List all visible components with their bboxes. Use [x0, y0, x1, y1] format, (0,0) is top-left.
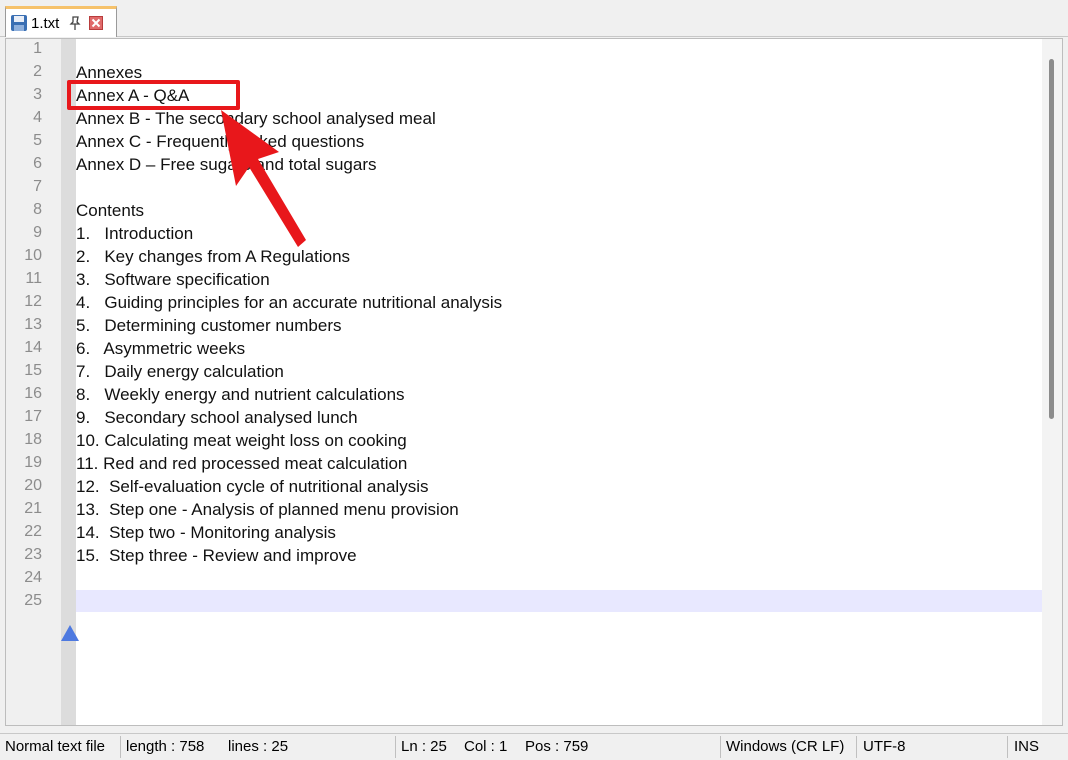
vertical-scrollbar[interactable]	[1042, 39, 1062, 725]
line-number: 3	[33, 86, 42, 103]
line-number: 24	[24, 569, 42, 586]
tab-file[interactable]: 1.txt	[5, 6, 117, 37]
status-encoding: UTF-8	[863, 738, 906, 755]
scrollbar-thumb[interactable]	[1049, 59, 1054, 419]
line-number: 25	[24, 592, 42, 609]
text-line[interactable]: 11. Red and red processed meat calculati…	[76, 454, 407, 474]
line-number: 11	[25, 270, 42, 287]
line-number: 19	[24, 454, 42, 471]
text-line[interactable]: 13. Step one - Analysis of planned menu …	[76, 500, 459, 520]
current-line-highlight	[76, 590, 1044, 612]
line-number: 10	[24, 247, 42, 264]
annotation-highlight-box	[67, 80, 240, 110]
bookmark-marker-icon	[61, 625, 79, 641]
line-number: 5	[33, 132, 42, 149]
text-line[interactable]: 10. Calculating meat weight loss on cook…	[76, 431, 407, 451]
line-number: 1	[33, 40, 42, 57]
status-eol: Windows (CR LF)	[726, 738, 845, 755]
text-line[interactable]: 14. Step two - Monitoring analysis	[76, 523, 336, 543]
line-number: 22	[24, 523, 42, 540]
status-length: length : 758	[126, 738, 205, 755]
status-bar: Normal text file length : 758 lines : 25…	[0, 733, 1068, 760]
line-number: 23	[24, 546, 42, 563]
text-line[interactable]: Contents	[76, 201, 144, 221]
pin-icon[interactable]	[67, 15, 83, 31]
line-number: 7	[33, 178, 42, 195]
text-editor[interactable]: 1 2 3 4 5 6 7 8 9 10 11 12 13 14 15 16 17 18 19 20 21 22 23 24 2…	[5, 38, 1063, 726]
line-number: 17	[24, 408, 42, 425]
line-number: 18	[24, 431, 42, 448]
text-line[interactable]: 7. Daily energy calculation	[76, 362, 284, 382]
line-number: 6	[33, 155, 42, 172]
line-number: 9	[33, 224, 42, 241]
line-number: 2	[33, 63, 42, 80]
text-line[interactable]: 3. Software specification	[76, 270, 270, 290]
line-number: 8	[33, 201, 42, 218]
close-icon[interactable]	[89, 16, 104, 30]
line-number: 12	[24, 293, 42, 310]
text-line[interactable]: 15. Step three - Review and improve	[76, 546, 357, 566]
status-mode: INS	[1014, 738, 1040, 755]
line-number: 20	[24, 477, 42, 494]
text-line[interactable]: Annex B - The secondary school analysed …	[76, 109, 436, 129]
text-line[interactable]: Annex D – Free sugars and total sugars	[76, 155, 377, 175]
line-number-gutter: 1 2 3 4 5 6 7 8 9 10 11 12 13 14 15 16 17 18 19 20 21 22 23 24 2…	[6, 39, 76, 725]
text-line[interactable]: 12. Self-evaluation cycle of nutritional…	[76, 477, 428, 497]
text-line[interactable]: 8. Weekly energy and nutrient calculatio…	[76, 385, 405, 405]
text-line[interactable]: 1. Introduction	[76, 224, 193, 244]
text-line[interactable]: Annex C - Frequently asked questions	[76, 132, 364, 152]
status-col: Col : 1	[464, 738, 508, 755]
line-number: 13	[24, 316, 42, 333]
tab-bar: 1.txt	[0, 0, 1068, 37]
line-number: 21	[24, 500, 42, 517]
status-file-type: Normal text file	[5, 738, 106, 755]
text-line[interactable]: 6. Asymmetric weeks	[76, 339, 245, 359]
fold-margin	[61, 39, 76, 725]
tab-label: 1.txt	[31, 14, 60, 32]
save-icon	[11, 15, 27, 31]
text-line[interactable]: 2. Key changes from A Regulations	[76, 247, 350, 267]
line-number: 16	[24, 385, 42, 402]
line-number: 15	[24, 362, 42, 379]
text-line[interactable]: 5. Determining customer numbers	[76, 316, 342, 336]
status-pos: Pos : 759	[525, 738, 589, 755]
text-line[interactable]: 4. Guiding principles for an accurate nu…	[76, 293, 502, 313]
text-line[interactable]: 9. Secondary school analysed lunch	[76, 408, 358, 428]
status-lines: lines : 25	[228, 738, 289, 755]
line-number: 4	[33, 109, 42, 126]
status-ln: Ln : 25	[401, 738, 447, 755]
line-number: 14	[24, 339, 42, 356]
